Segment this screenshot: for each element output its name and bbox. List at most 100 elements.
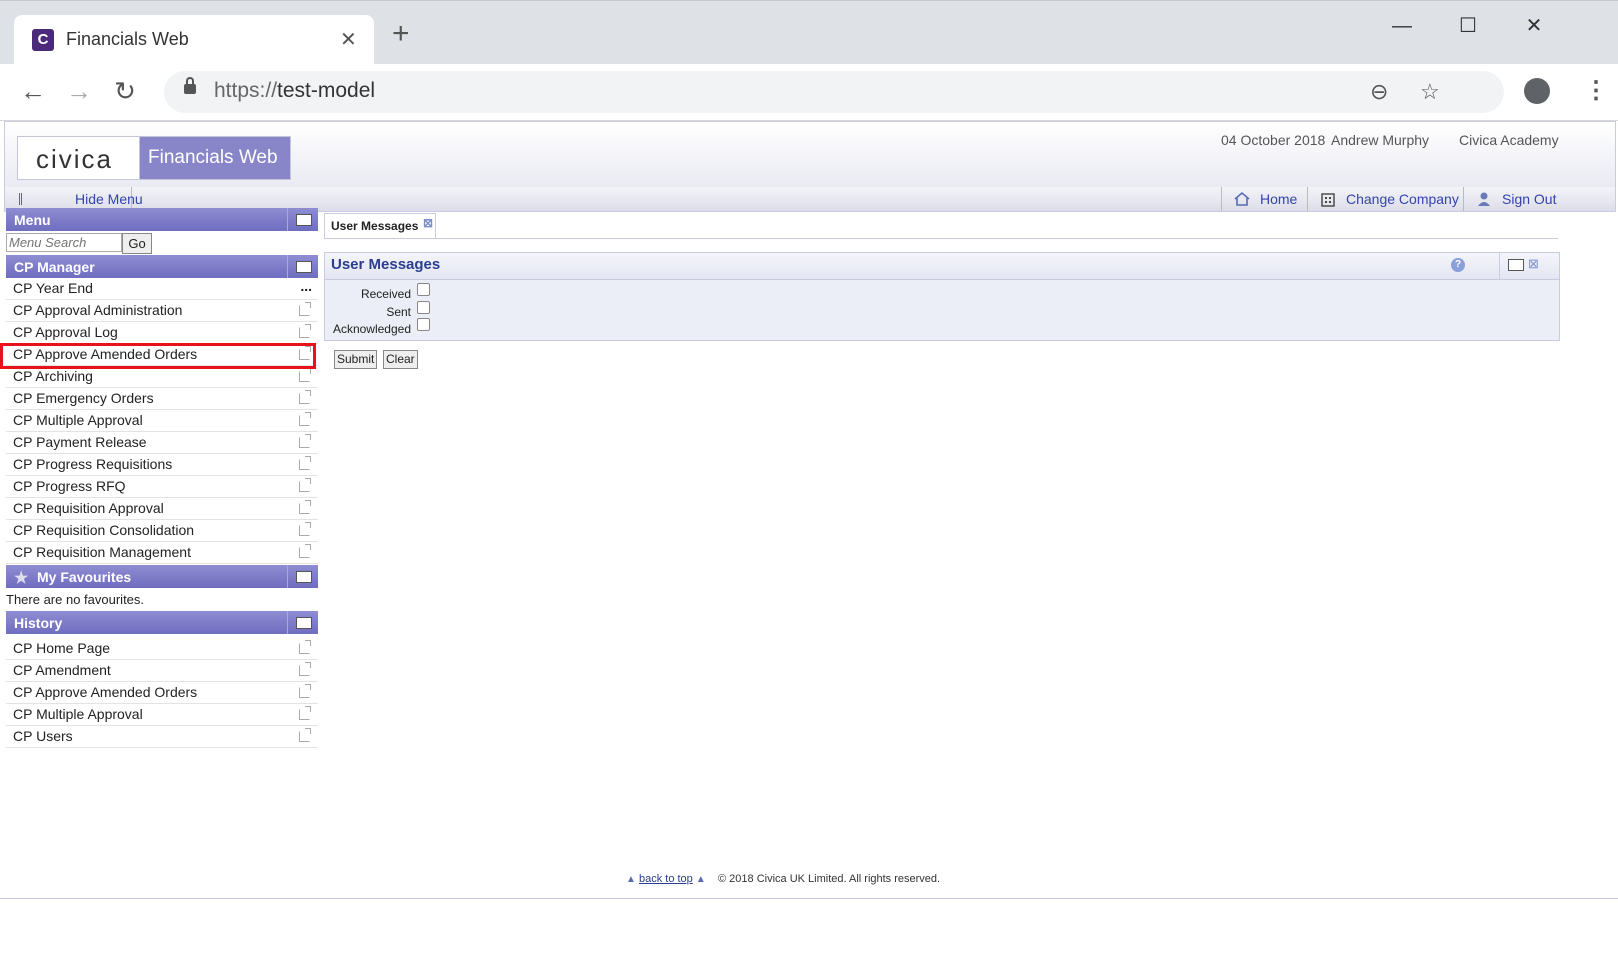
tab-title: Financials Web	[66, 29, 189, 49]
menu-item-cp-emergency-orders[interactable]: CP Emergency Orders	[6, 388, 318, 410]
submit-button[interactable]: Submit	[334, 350, 378, 369]
cp-manager-header: CP Manager	[6, 255, 318, 278]
forward-arrow-icon[interactable]: →	[64, 76, 94, 106]
menu-item-cp-progress-rfq[interactable]: CP Progress RFQ	[6, 476, 318, 498]
history-header: History	[6, 611, 318, 634]
sent-row: Sent	[325, 301, 1559, 321]
collapse-favourites-button[interactable]	[287, 565, 318, 588]
close-tab-icon[interactable]: ⊠	[423, 216, 433, 230]
user-sign-out-icon	[1478, 192, 1490, 206]
favourites-header: ★ My Favourites	[6, 565, 318, 588]
open-in-new-icon[interactable]	[299, 662, 311, 676]
back-arrow-icon[interactable]: ←	[18, 76, 48, 106]
panel-window-buttons: ⊠	[1499, 253, 1560, 279]
collapse-panel-button[interactable]	[287, 208, 318, 231]
lock-icon	[184, 77, 196, 94]
reload-icon[interactable]: ↻	[110, 76, 140, 106]
received-row: Received	[325, 283, 1559, 303]
close-window-icon[interactable]: ✕	[1514, 11, 1554, 41]
user-name: Andrew Murphy	[1331, 132, 1430, 148]
maximize-icon[interactable]: ☐	[1448, 11, 1488, 41]
menu-item-cp-archiving[interactable]: CP Archiving	[6, 366, 318, 388]
menu-search-input[interactable]	[6, 233, 122, 252]
menu-item-cp-approval-log[interactable]: CP Approval Log	[6, 322, 318, 344]
sign-out-link[interactable]: Sign Out	[1463, 187, 1564, 211]
menu-item-cp-approval-administration[interactable]: CP Approval Administration	[6, 300, 318, 322]
help-icon[interactable]: ?	[1451, 258, 1465, 272]
new-tab-icon[interactable]: +	[392, 19, 410, 49]
close-tab-icon[interactable]: ✕	[340, 27, 357, 52]
acknowledged-checkbox[interactable]	[417, 318, 430, 331]
bookmark-star-icon[interactable]: ☆	[1420, 79, 1440, 105]
open-in-new-icon[interactable]	[299, 684, 311, 698]
minimize-icon[interactable]: —	[1382, 11, 1422, 41]
open-in-new-icon[interactable]	[299, 302, 311, 316]
open-in-new-icon[interactable]	[299, 728, 311, 742]
open-in-new-icon[interactable]	[299, 544, 311, 558]
collapse-history-button[interactable]	[287, 611, 318, 634]
civica-logo: civica	[17, 136, 141, 180]
up-arrow-icon: ▲	[626, 874, 636, 885]
open-in-new-icon[interactable]	[299, 500, 311, 514]
go-button[interactable]: Go	[122, 233, 152, 254]
menu-item-cp-year-end[interactable]: CP Year End...	[6, 278, 318, 300]
history-item-cp-users[interactable]: CP Users	[6, 726, 318, 748]
menu-item-cp-payment-release[interactable]: CP Payment Release	[6, 432, 318, 454]
favourites-empty-text: There are no favourites.	[6, 592, 145, 607]
menu-panel-header: Menu	[6, 208, 318, 231]
more-icon[interactable]: ...	[300, 278, 312, 294]
open-in-new-icon[interactable]	[299, 522, 311, 536]
window-icon[interactable]	[1508, 259, 1524, 271]
change-company-link[interactable]: Change Company	[1307, 187, 1464, 211]
civica-favicon-icon: C	[32, 29, 54, 51]
history-item-cp-amendment[interactable]: CP Amendment	[6, 660, 318, 682]
building-icon	[1321, 193, 1335, 207]
open-in-new-icon[interactable]	[299, 324, 311, 338]
history-item-cp-home-page[interactable]: CP Home Page	[6, 638, 318, 660]
history-list: CP Home Page CP Amendment CP Approve Ame…	[6, 638, 318, 748]
open-in-new-icon[interactable]	[299, 434, 311, 448]
menu-item-cp-requisition-management[interactable]: CP Requisition Management	[6, 542, 318, 564]
received-checkbox[interactable]	[417, 283, 430, 296]
history-item-cp-multiple-approval[interactable]: CP Multiple Approval	[6, 704, 318, 726]
up-arrow-icon: ▲	[695, 874, 706, 885]
tab-user-messages[interactable]: User Messages ⊠	[324, 213, 436, 239]
menu-item-cp-requisition-consolidation[interactable]: CP Requisition Consolidation	[6, 520, 318, 542]
zoom-icon[interactable]: ⊖	[1370, 79, 1388, 105]
back-to-top-link[interactable]: back to top	[639, 873, 693, 885]
close-panel-icon[interactable]: ⊠	[1528, 256, 1539, 272]
footer-divider	[0, 898, 1618, 899]
history-item-cp-approve-amended-orders[interactable]: CP Approve Amended Orders	[6, 682, 318, 704]
current-date: 04 October 2018	[1221, 132, 1326, 148]
footer: ▲ back to top ▲ © 2018 Civica UK Limited…	[626, 873, 940, 885]
browser-tab[interactable]: C Financials Web ✕	[14, 15, 374, 65]
window-icon	[296, 214, 312, 226]
open-in-new-icon[interactable]	[299, 456, 311, 470]
home-link[interactable]: Home	[1221, 187, 1308, 211]
hide-menu-icon	[19, 193, 42, 205]
open-in-new-icon[interactable]	[299, 640, 311, 654]
product-name-box: Financials Web	[139, 136, 291, 180]
open-in-new-icon[interactable]	[299, 368, 311, 382]
address-bar[interactable]: https://test-model ⊖ ☆	[164, 71, 1504, 113]
browser-menu-icon[interactable]: ⋮	[1584, 74, 1608, 108]
cp-manager-list: CP Year End... CP Approval Administratio…	[6, 278, 318, 564]
user-messages-panel-header: User Messages ? ⊠	[325, 253, 1559, 280]
profile-avatar-icon[interactable]	[1524, 78, 1550, 104]
left-menu: Menu Go CP Manager CP Year End... CP App…	[6, 208, 318, 748]
menu-item-cp-requisition-approval[interactable]: CP Requisition Approval	[6, 498, 318, 520]
sent-checkbox[interactable]	[417, 301, 430, 314]
window-icon	[296, 571, 312, 583]
cp-manager-popout-button[interactable]	[287, 255, 318, 278]
menu-item-cp-progress-requisitions[interactable]: CP Progress Requisitions	[6, 454, 318, 476]
user-messages-panel: User Messages ? ⊠ Received Sent Acknowle…	[324, 252, 1560, 341]
open-in-new-icon[interactable]	[299, 706, 311, 720]
open-in-new-icon[interactable]	[299, 390, 311, 404]
menu-search-row: Go	[6, 231, 318, 255]
copyright-text: © 2018 Civica UK Limited. All rights res…	[718, 873, 941, 885]
clear-button[interactable]: Clear	[383, 350, 418, 369]
open-in-new-icon[interactable]	[299, 412, 311, 426]
open-in-new-icon[interactable]	[299, 478, 311, 492]
home-icon	[1234, 191, 1250, 206]
menu-item-cp-multiple-approval[interactable]: CP Multiple Approval	[6, 410, 318, 432]
